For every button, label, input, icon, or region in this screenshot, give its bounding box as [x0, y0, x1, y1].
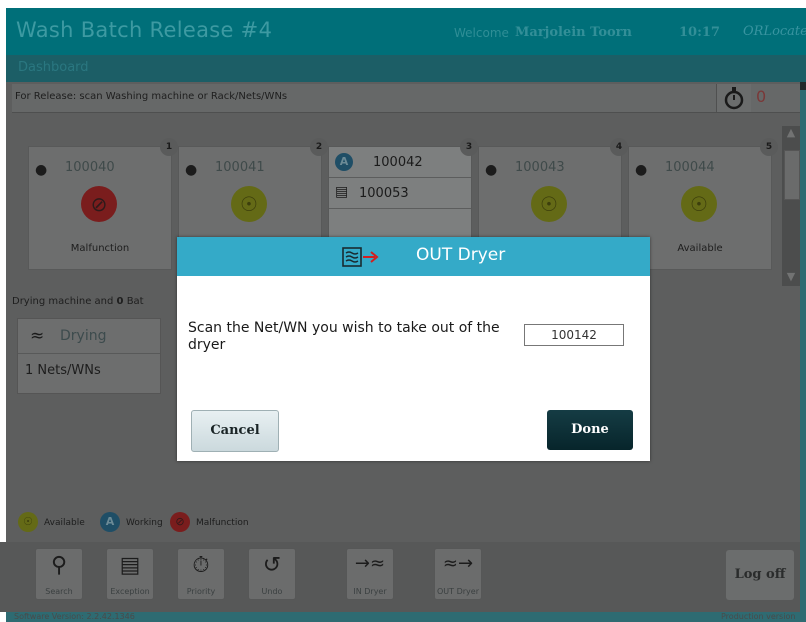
search-icon: ⚲ [50, 553, 68, 578]
priority-label: Priority [186, 587, 216, 596]
out-dryer-label: OUT Dryer [437, 587, 479, 596]
scroll-down-arrow[interactable]: ▼ [782, 270, 800, 286]
instruction-text: For Release: scan Washing machine or Rac… [15, 91, 288, 102]
malfunction-icon: ⊘ [170, 512, 190, 532]
rack-id: 100053 [359, 186, 409, 201]
brand-logo: ORLocate [743, 24, 806, 39]
in-dryer-icon: →≈ [354, 553, 386, 574]
machine-status: Available [677, 243, 723, 254]
dryer-count: 1 Nets/WNs [25, 363, 101, 378]
out-dryer-icon: ≈→ [442, 553, 474, 574]
user-name: Marjolein Toorn [515, 25, 632, 40]
undo-button[interactable]: ↺ Undo [248, 548, 296, 600]
available-icon: ☉ [531, 186, 567, 222]
drying-summary-count: 0 [116, 296, 124, 307]
legend-available: Available [44, 518, 85, 528]
drying-summary: Drying machine and 0 Bat [12, 296, 144, 307]
available-icon: ☉ [681, 186, 717, 222]
machine-card[interactable]: 1 ● 100040 ⊘ Malfunction [28, 138, 178, 270]
rack-row: ▤ 100053 [329, 178, 471, 209]
drop-icon: ● [485, 162, 498, 178]
drop-icon: ● [185, 162, 198, 178]
dryer-card-header: ≈ Drying [18, 319, 160, 354]
out-dryer-icon [342, 247, 379, 267]
welcome-label: Welcome [454, 26, 509, 40]
rack-icon: ▤ [335, 184, 349, 200]
net-id-input[interactable] [524, 324, 624, 346]
slot-number: 4 [610, 138, 628, 156]
log-off-button[interactable]: Log off [726, 550, 794, 600]
dialog-title: OUT Dryer [416, 245, 506, 265]
scrollbar-thumb[interactable] [784, 150, 800, 200]
legend-malfunction: Malfunction [196, 518, 249, 528]
out-dryer-button[interactable]: ≈→ OUT Dryer [434, 548, 482, 600]
machine-status: Malfunction [70, 243, 130, 254]
software-version: Software Version: 2.2.42.1346 [14, 612, 135, 621]
search-button[interactable]: ⚲ Search [35, 548, 83, 600]
working-icon: A [335, 153, 353, 171]
in-dryer-label: IN Dryer [353, 587, 387, 596]
available-icon: ☉ [231, 186, 267, 222]
in-dryer-button[interactable]: →≈ IN Dryer [346, 548, 394, 600]
exception-button[interactable]: ▤ Exception [106, 548, 154, 600]
machine-id: 100040 [65, 160, 115, 175]
priority-count: 0 [756, 87, 767, 106]
cancel-button[interactable]: Cancel [191, 410, 279, 452]
slot-number: 1 [160, 138, 178, 156]
sub-header-bar [6, 55, 806, 82]
malfunction-icon: ⊘ [81, 186, 117, 222]
app-title: Wash Batch Release #4 [16, 18, 273, 42]
priority-button[interactable] [716, 84, 751, 112]
undo-icon: ↺ [262, 553, 282, 578]
search-label: Search [45, 587, 73, 596]
dryer-icon: ≈ [30, 326, 45, 346]
title-bar: Wash Batch Release #4 Welcome Marjolein … [6, 8, 806, 55]
drying-summary-prefix: Drying machine and [12, 296, 114, 307]
environment-label: Production version [721, 612, 796, 621]
machine-id: 100043 [515, 160, 565, 175]
dialog-header: OUT Dryer [177, 237, 650, 276]
slot-number: 5 [760, 138, 778, 156]
clock: 10:17 [679, 25, 720, 40]
out-dryer-dialog: OUT Dryer Scan the Net/WN you wish to ta… [177, 237, 650, 461]
machine-id: 100042 [373, 155, 423, 170]
machine-row: A 100042 [329, 147, 471, 178]
dryer-card[interactable]: ≈ Drying 1 Nets/WNs [17, 318, 161, 394]
working-icon: A [100, 512, 120, 532]
page-title: Dashboard [18, 60, 89, 75]
drop-icon: ● [635, 162, 648, 178]
legend-working: Working [126, 518, 163, 528]
done-button[interactable]: Done [547, 410, 633, 450]
machine-id: 100041 [215, 160, 265, 175]
stopwatch-icon: ⏱ [192, 553, 210, 578]
machine-id: 100044 [665, 160, 715, 175]
available-icon: ☉ [18, 512, 38, 532]
list-icon: ▤ [119, 553, 141, 578]
undo-label: Undo [261, 587, 283, 596]
stopwatch-icon [724, 87, 744, 110]
dryer-title: Drying [60, 328, 107, 344]
priority-toolbar-button[interactable]: ⏱ Priority [177, 548, 225, 600]
scroll-up-arrow[interactable]: ▲ [782, 126, 800, 142]
exception-label: Exception [110, 587, 150, 596]
dialog-message: Scan the Net/WN you wish to take out of … [188, 320, 500, 353]
drying-summary-suffix: Bat [126, 296, 144, 307]
slot-number: 2 [310, 138, 328, 156]
drop-icon: ● [35, 162, 48, 178]
